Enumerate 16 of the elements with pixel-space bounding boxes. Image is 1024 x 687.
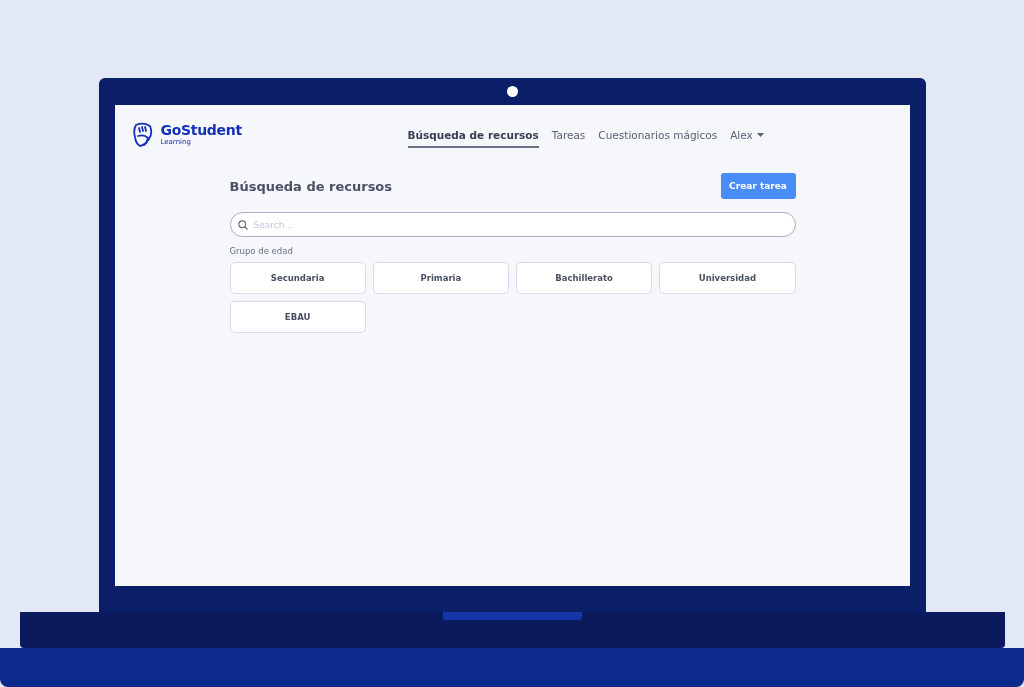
caret-icon [756, 133, 764, 137]
nav-tab[interactable]: Cuestionarios mágicos [598, 122, 718, 148]
logo-icon [131, 122, 155, 148]
nav-tab[interactable]: Tareas [551, 122, 586, 148]
nav-tab[interactable]: Búsqueda de recursos [407, 122, 539, 148]
age-group-option[interactable]: Universidad [659, 262, 796, 294]
page-title: Búsqueda de recursos [229, 178, 393, 194]
logo-name: GoStudent [160, 123, 242, 138]
filter-label: Grupo de edad [229, 246, 294, 256]
search-field[interactable]: Search... [229, 212, 796, 237]
age-group-option[interactable]: Bachillerato [516, 262, 653, 294]
age-group-option[interactable]: Primaria [372, 262, 509, 294]
camera-dot [506, 86, 518, 97]
age-group-option[interactable]: EBAU [229, 301, 366, 333]
user-menu[interactable]: Alex [730, 129, 764, 141]
age-group-option[interactable]: Secundaria [229, 262, 366, 294]
